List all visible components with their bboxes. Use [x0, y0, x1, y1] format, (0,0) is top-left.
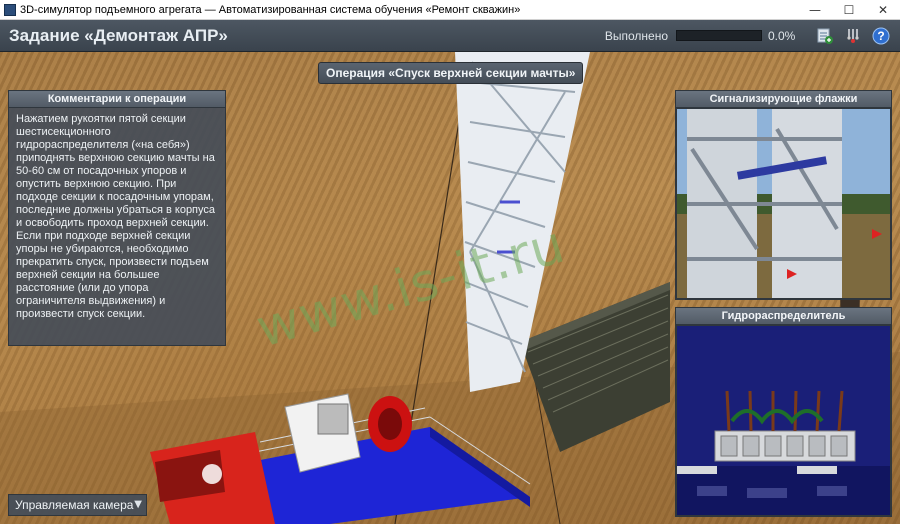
app-header: Задание «Демонтаж АПР» Выполнено 0.0% ?	[0, 20, 900, 52]
help-icon[interactable]: ?	[872, 27, 890, 45]
minimize-button[interactable]: —	[798, 0, 832, 20]
chevron-down-icon: ▼	[134, 499, 142, 510]
hydro-view	[677, 326, 890, 515]
progress-bar	[676, 30, 762, 41]
window-title: 3D-симулятор подъемного агрегата — Автом…	[20, 3, 521, 16]
flags-panel-title: Сигнализирующие флажки	[676, 91, 891, 108]
hydro-panel: Гидрораспределитель	[675, 307, 892, 517]
progress-value: 0.0%	[768, 28, 796, 43]
operation-banner: Операция «Спуск верхней секции мачты»	[318, 62, 584, 84]
task-title: Задание «Демонтаж АПР»	[9, 25, 228, 45]
svg-text:?: ?	[877, 29, 884, 43]
tools-icon[interactable]	[844, 27, 862, 45]
close-button[interactable]: ✕	[866, 0, 900, 20]
comments-panel: Комментарии к операции Нажатием рукоятки…	[8, 90, 226, 346]
camera-select-value: Управляемая камера	[15, 498, 134, 512]
flags-panel: Сигнализирующие флажки	[675, 90, 892, 300]
maximize-button[interactable]: ☐	[832, 0, 866, 20]
hydro-panel-title: Гидрораспределитель	[676, 308, 891, 325]
report-icon[interactable]	[816, 27, 834, 45]
comments-panel-title: Комментарии к операции	[9, 91, 225, 108]
progress-label: Выполнено	[604, 28, 668, 43]
window-titlebar: 3D-симулятор подъемного агрегата — Автом…	[0, 0, 900, 20]
camera-select[interactable]: Управляемая камера ▼	[8, 494, 147, 516]
flags-view	[677, 109, 890, 298]
comments-text: Нажатием рукоятки пятой секции шестисекц…	[16, 113, 216, 320]
app-icon	[4, 3, 16, 16]
